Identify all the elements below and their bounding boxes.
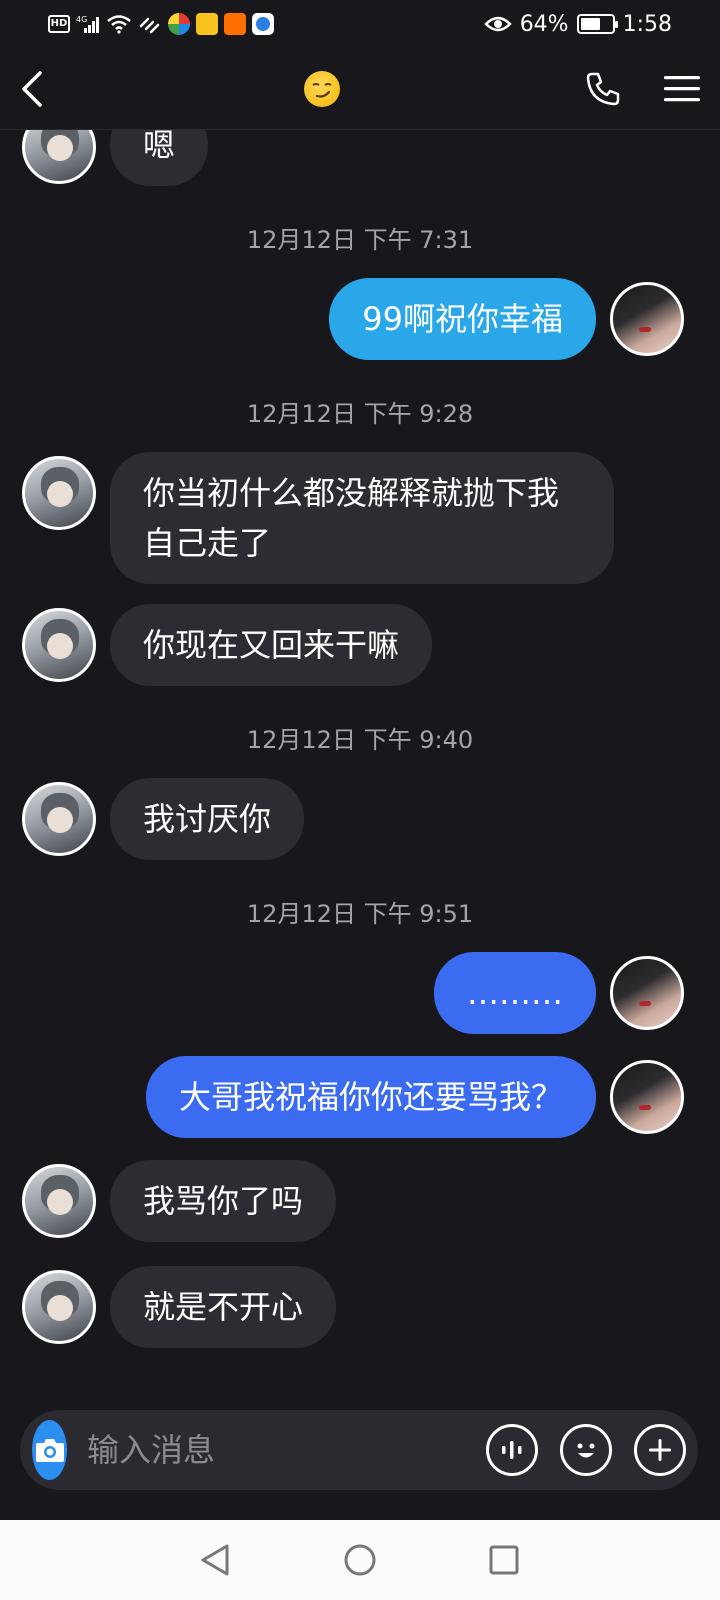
message-bubble-incoming[interactable]: 我骂你了吗 [110,1160,337,1242]
message-list[interactable]: 嗯 12月12日 下午 7:31 99啊祝你幸福 12月12日 下午 9:28 … [0,130,720,1398]
message-bubble-incoming[interactable]: 你现在又回来干嘛 [110,604,433,686]
battery-percent: 64% [519,11,569,37]
emoji-button[interactable] [560,1424,612,1476]
message-bubble-incoming[interactable]: 就是不开心 [110,1266,337,1348]
camera-icon [35,1439,64,1462]
composer-actions [486,1424,686,1476]
menu-icon[interactable] [664,74,700,104]
back-button[interactable] [20,65,60,113]
browser-icon [252,13,274,35]
battery-icon [576,14,618,34]
contact-avatar[interactable] [22,456,96,530]
nav-recents-icon[interactable] [487,1543,521,1577]
status-left: HD 4G [48,13,274,35]
app-notification-icon [224,13,246,35]
voice-wave-icon [502,1441,522,1459]
status-right: 64% 1:58 [483,11,672,37]
contact-avatar[interactable] [22,782,96,856]
message-timestamp: 12月12日 下午 9:40 [246,726,474,754]
chevron-left-icon [22,70,42,107]
clock: 1:58 [622,11,672,37]
hd-icon: HD [48,15,70,33]
wifi-icon [107,15,131,34]
link-icon [139,17,160,34]
status-bar: HD 4G 64% 1:58 [0,0,720,48]
message-bubble-outgoing[interactable]: 99啊祝你幸福 [329,278,596,360]
message-bubble-outgoing[interactable]: 大哥我祝福你你还要骂我？ [145,1056,596,1138]
phone-icon[interactable] [584,70,622,108]
message-bubble-outgoing[interactable]: ……… [434,952,596,1034]
battery-level-fill [580,18,600,30]
message-composer [20,1410,698,1490]
weibo-icon [196,13,218,35]
message-timestamp: 12月12日 下午 9:28 [246,400,474,428]
message-input[interactable] [87,1431,486,1469]
contact-avatar[interactable] [22,1270,96,1344]
my-avatar[interactable] [610,282,684,356]
my-avatar[interactable] [610,956,684,1030]
chat-header [0,48,720,130]
message-timestamp: 12月12日 下午 7:31 [246,226,474,254]
message-timestamp: 12月12日 下午 9:51 [246,900,474,928]
contact-avatar[interactable] [22,1164,96,1238]
contact-avatar[interactable] [22,608,96,682]
my-avatar[interactable] [610,1060,684,1134]
smirk-face-icon [312,82,332,98]
smiley-icon [577,1443,595,1458]
network-type-text: 4G [76,15,87,24]
message-bubble-incoming[interactable]: 嗯 [110,130,209,186]
app-notification-icon [168,13,190,35]
header-actions [584,70,700,108]
contact-name-emoji [304,70,340,107]
nav-home-icon[interactable] [343,1543,377,1577]
message-bubble-incoming[interactable]: 我讨厌你 [110,778,305,860]
more-button[interactable] [634,1424,686,1476]
system-nav-bar [0,1520,720,1600]
voice-button[interactable] [486,1424,538,1476]
cellular-signal-icon: 4G [76,15,99,33]
camera-button[interactable] [32,1420,67,1480]
contact-avatar[interactable] [22,130,96,184]
plus-circle-icon [649,1439,671,1461]
message-bubble-incoming[interactable]: 你当初什么都没解释就抛下我自己走了 [110,452,614,584]
eye-icon [483,16,512,32]
nav-back-icon[interactable] [199,1543,233,1577]
